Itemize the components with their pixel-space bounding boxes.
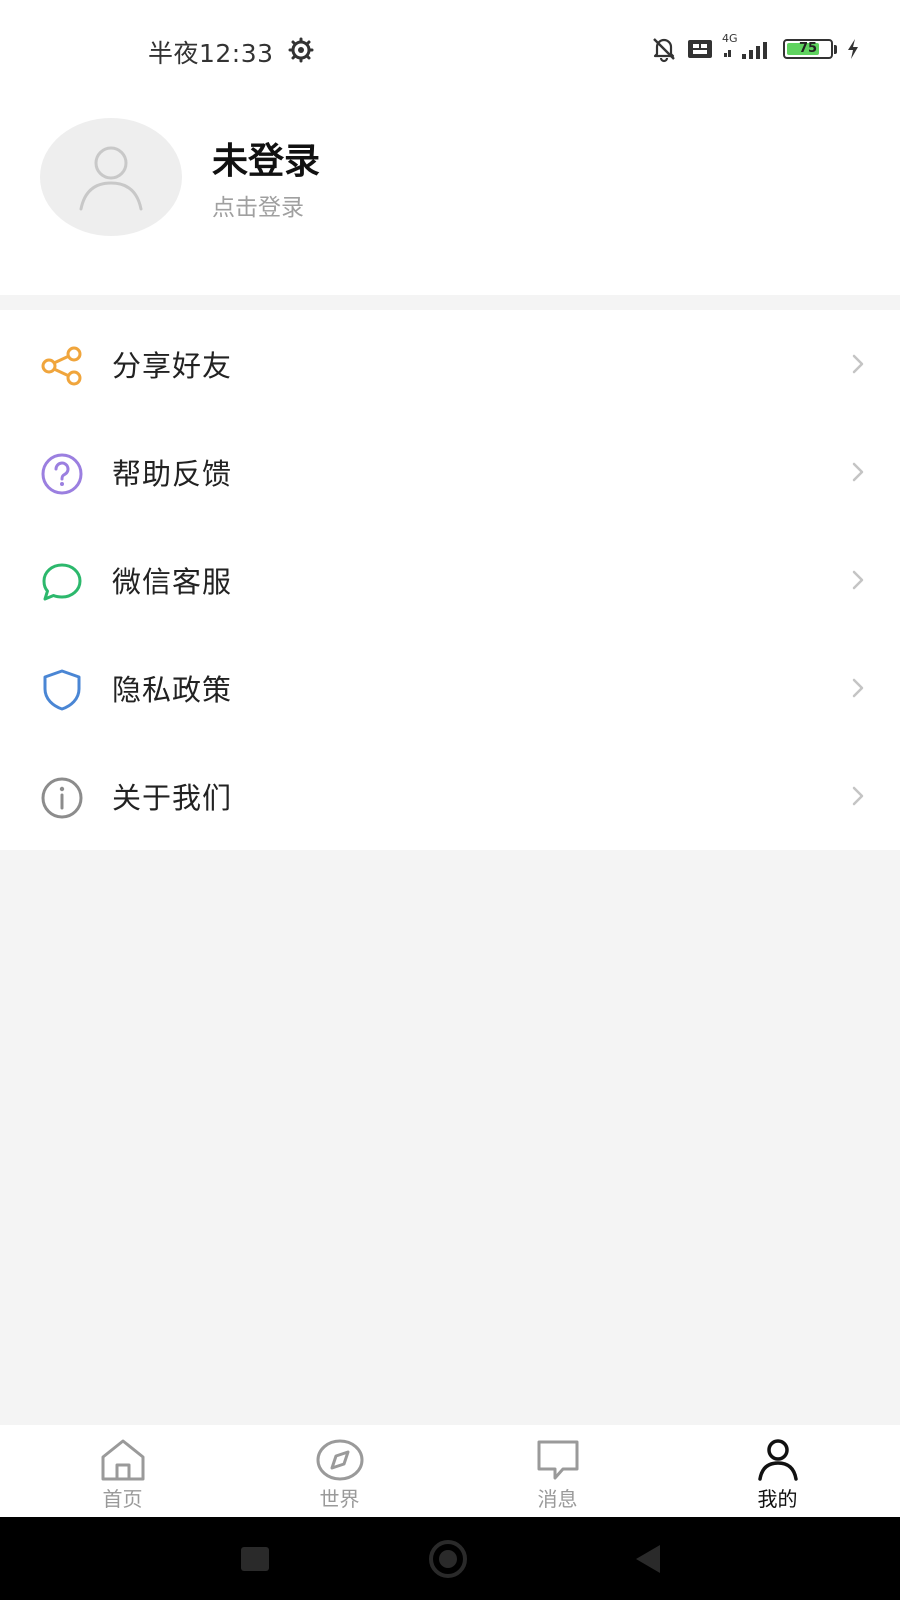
profile-header[interactable]: 未登录 点击登录 [0,100,900,295]
menu-item-share[interactable]: 分享好友 [0,310,900,418]
menu-item-label: 关于我们 [112,781,233,815]
menu-item-label: 帮助反馈 [112,457,233,491]
tab-messages[interactable]: 消息 [445,1425,670,1517]
tab-label: 消息 [537,1487,578,1511]
menu-item-wechat-service[interactable]: 微信客服 [0,526,900,634]
mute-bell-icon [653,38,675,63]
menu-item-privacy[interactable]: 隐私政策 [0,634,900,742]
chevron-right-icon [852,570,864,590]
question-icon [41,453,83,495]
login-link[interactable]: 点击登录 [212,188,304,222]
bottom-tab-bar: 首页 世界 消息 我的 [0,1425,900,1517]
tab-label: 我的 [757,1487,798,1511]
message-icon [537,1440,579,1480]
charging-bolt-icon [848,39,858,59]
recent-apps-icon[interactable] [235,1539,275,1579]
status-icons: 4G 75 [650,32,860,64]
compass-icon [316,1439,364,1481]
battery-indicator: 75 [783,39,833,59]
tab-me[interactable]: 我的 [665,1425,890,1517]
sim-card-icon [688,40,712,58]
status-bar: 半夜12:33 4G 75 [0,0,900,100]
profile-name: 未登录 [212,141,321,182]
info-icon [41,777,83,819]
avatar[interactable] [40,118,182,236]
signal-bars-icon [724,42,767,59]
shield-icon [43,669,81,711]
tab-world[interactable]: 世界 [227,1425,452,1517]
status-time: 半夜12:33 [148,39,274,68]
tab-label: 首页 [102,1487,143,1511]
home-button-icon[interactable] [428,1539,468,1579]
default-user-icon [79,146,143,211]
chevron-right-icon [852,354,864,374]
tab-label: 世界 [319,1487,360,1511]
battery-level: 75 [798,41,818,56]
chevron-right-icon [852,786,864,806]
share-icon [41,346,82,386]
chat-bubble-icon [42,563,82,601]
cell-signal: 4G [722,32,774,64]
tab-home[interactable]: 首页 [10,1425,235,1517]
menu-item-help[interactable]: 帮助反馈 [0,418,900,526]
user-icon [758,1439,798,1481]
chevron-right-icon [852,462,864,482]
back-button-icon[interactable] [628,1539,668,1579]
home-icon [101,1439,145,1481]
menu-item-label: 分享好友 [112,349,233,383]
settings-menu: 分享好友 帮助反馈 微信客服 隐私政策 关于我们 [0,310,900,850]
menu-item-label: 微信客服 [112,565,233,599]
menu-item-about[interactable]: 关于我们 [0,742,900,850]
settings-gear-icon [288,37,314,63]
system-nav-bar [0,1517,900,1600]
chevron-right-icon [852,678,864,698]
menu-item-label: 隐私政策 [112,673,233,707]
battery-cap [834,44,837,54]
